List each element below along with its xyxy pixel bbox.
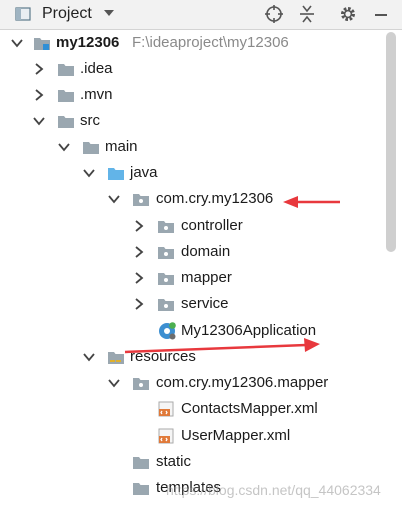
tree-row-service[interactable]: service (0, 291, 380, 317)
chevron-right-icon[interactable] (132, 297, 146, 311)
tree-row-project-root[interactable]: my12306 F:\ideaproject\my12306 (0, 30, 380, 56)
folder-icon (133, 457, 149, 469)
chevron-right-icon[interactable] (132, 219, 146, 233)
tree-row-resource-package[interactable]: com.cry.my12306.mapper (0, 370, 380, 396)
tree-row-src[interactable]: src (0, 108, 380, 134)
class-label: My12306Application (181, 322, 317, 339)
tree-row-main[interactable]: main (0, 134, 380, 160)
chevron-down-icon[interactable] (57, 140, 71, 154)
tree-row-user-mapper[interactable]: UserMapper.xml (0, 423, 380, 449)
tree-row-resources[interactable]: resources (0, 344, 380, 370)
tree-row-static[interactable]: static (0, 449, 380, 475)
chevron-right-icon[interactable] (132, 271, 146, 285)
tree-row-contacts-mapper[interactable]: ContactsMapper.xml (0, 396, 380, 422)
folder-icon (133, 483, 149, 495)
tree-row-controller[interactable]: controller (0, 213, 380, 239)
package-label: mapper (181, 269, 232, 286)
folder-label: java (130, 164, 158, 181)
locate-icon[interactable] (264, 4, 284, 24)
chevron-down-icon[interactable] (107, 192, 121, 206)
chevron-down-icon[interactable] (82, 166, 96, 180)
chevron-down-icon[interactable] (107, 376, 121, 390)
chevron-down-icon[interactable] (10, 36, 24, 50)
chevron-right-icon[interactable] (32, 62, 46, 76)
tree-row-application-class[interactable]: My12306Application (0, 318, 380, 344)
xml-file-icon (158, 401, 174, 417)
tree-row-idea[interactable]: .idea (0, 56, 380, 82)
dropdown-arrow-icon[interactable] (103, 8, 115, 18)
project-title[interactable]: Project (42, 5, 92, 23)
package-label: domain (181, 243, 231, 260)
package-icon (158, 247, 174, 259)
vertical-scrollbar[interactable] (386, 32, 396, 252)
folder-label: src (80, 112, 100, 129)
package-label: service (181, 295, 229, 312)
package-label: controller (181, 217, 243, 234)
chevron-right-icon[interactable] (132, 245, 146, 259)
folder-icon (83, 142, 99, 154)
source-folder-icon (108, 168, 124, 180)
collapse-all-icon[interactable] (297, 4, 317, 24)
root-module-path: F:\ideaproject\my12306 (132, 34, 289, 51)
tree-row-mvn[interactable]: .mvn (0, 82, 380, 108)
tree-row-java[interactable]: java (0, 160, 380, 186)
module-folder-icon (34, 38, 50, 50)
spring-boot-class-icon (159, 322, 176, 340)
folder-label: .mvn (80, 86, 113, 103)
folder-label: resources (130, 348, 196, 365)
project-view-icon (15, 7, 31, 21)
folder-icon (58, 90, 74, 102)
file-label: UserMapper.xml (181, 427, 291, 444)
chevron-down-icon[interactable] (32, 114, 46, 128)
tree-row-package[interactable]: com.cry.my12306 (0, 186, 380, 212)
folder-label: .idea (80, 60, 113, 77)
package-icon (133, 378, 149, 390)
project-tool-window-header: Project (0, 0, 402, 30)
chevron-right-icon[interactable] (32, 88, 46, 102)
file-label: ContactsMapper.xml (181, 400, 318, 417)
folder-icon (58, 116, 74, 128)
package-icon (158, 273, 174, 285)
package-label: com.cry.my12306 (156, 190, 274, 207)
package-icon (158, 221, 174, 233)
folder-icon (58, 64, 74, 76)
watermark-text: https://blog.csdn.net/qq_44062334 (166, 482, 381, 498)
package-label: com.cry.my12306.mapper (156, 374, 329, 391)
folder-label: main (105, 138, 138, 155)
resources-folder-icon (108, 352, 124, 364)
xml-file-icon (158, 428, 174, 444)
hide-minimize-icon[interactable] (371, 4, 391, 24)
package-icon (158, 299, 174, 311)
tree-row-mapper[interactable]: mapper (0, 265, 380, 291)
chevron-down-icon[interactable] (82, 350, 96, 364)
settings-gear-icon[interactable] (338, 4, 358, 24)
folder-label: static (156, 453, 192, 470)
root-module-name: my12306 (56, 34, 120, 51)
package-icon (133, 194, 149, 206)
tree-row-domain[interactable]: domain (0, 239, 380, 265)
